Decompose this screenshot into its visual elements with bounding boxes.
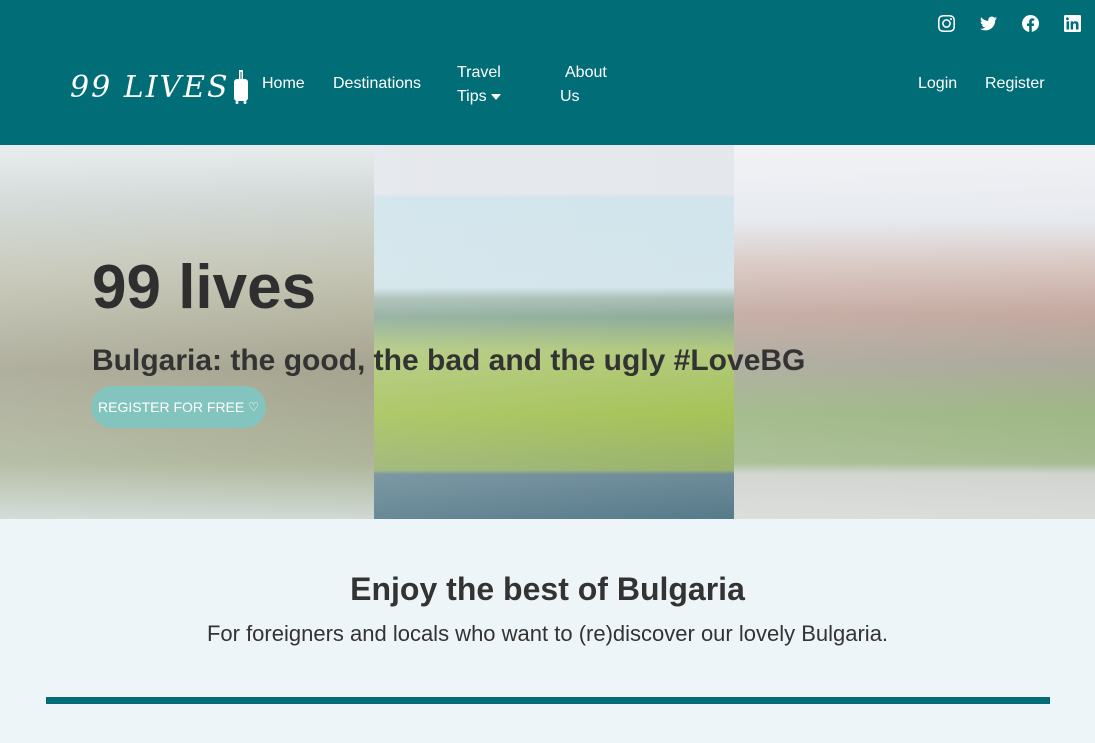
instagram-icon[interactable] <box>935 12 957 34</box>
site-header: 99 LIVES Home Destinations Travel Tips A… <box>0 0 1095 145</box>
intro-text: For foreigners and locals who want to (r… <box>206 621 889 646</box>
section-divider <box>46 697 1050 704</box>
register-link[interactable]: Register <box>985 72 1045 96</box>
linkedin-icon[interactable] <box>1061 12 1083 34</box>
nav-travel-tips[interactable]: Travel Tips <box>457 61 527 109</box>
social-links <box>935 12 1083 34</box>
site-logo[interactable]: 99 LIVES <box>70 70 249 106</box>
intro-title: Enjoy the best of Bulgaria <box>350 571 745 607</box>
register-free-label: REGISTER FOR FREE <box>98 399 245 415</box>
register-free-button[interactable]: REGISTER FOR FREE ♡ <box>91 386 266 428</box>
hero-banner: 99 lives Bulgaria: the good, the bad and… <box>0 145 1095 519</box>
hero-title: 99 lives <box>92 253 317 322</box>
suitcase-icon <box>233 70 248 104</box>
hero-subtitle: Bulgaria: the good, the bad and the ugly… <box>92 344 806 377</box>
login-link[interactable]: Login <box>918 72 957 96</box>
hero-overlay <box>0 145 1095 519</box>
nav-home[interactable]: Home <box>262 72 305 96</box>
twitter-icon[interactable] <box>977 12 999 34</box>
nav-about-us[interactable]: About Us <box>560 61 620 109</box>
facebook-icon[interactable] <box>1019 12 1041 34</box>
logo-text: 99 LIVES <box>70 70 230 105</box>
caret-down-icon <box>490 93 501 100</box>
heart-icon: ♡ <box>248 400 259 414</box>
nav-destinations[interactable]: Destinations <box>333 72 421 96</box>
